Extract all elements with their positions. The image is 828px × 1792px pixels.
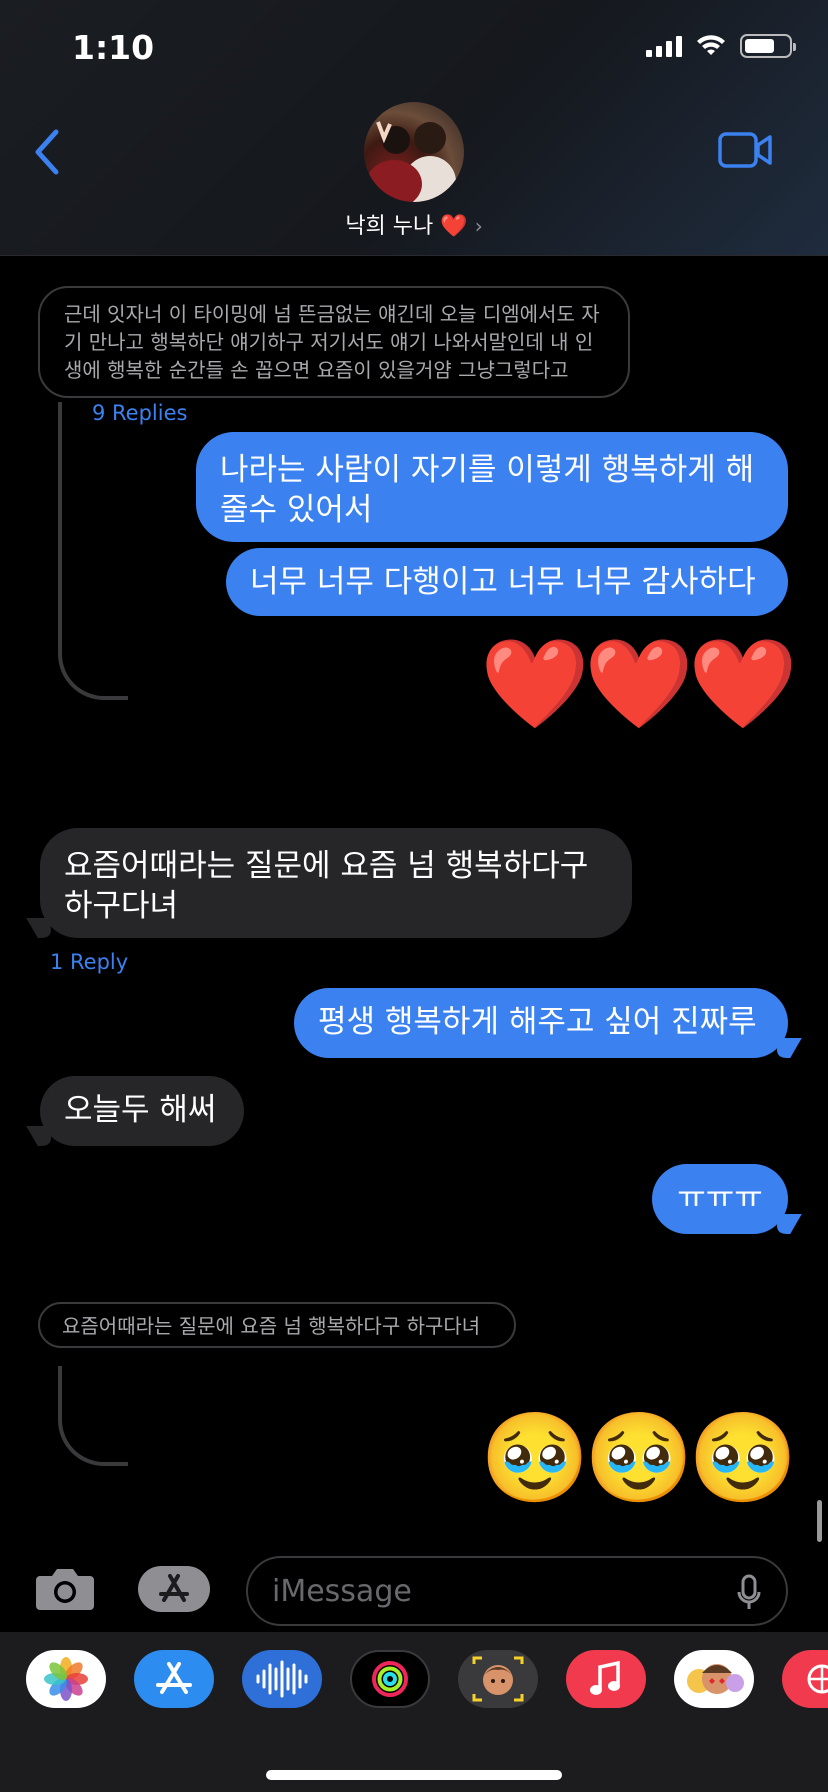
app-store-button[interactable] [138,1566,210,1612]
replies-link[interactable]: 9 Replies [92,401,187,425]
contact-name[interactable]: 낙희 누나 ❤️ › [0,208,828,240]
app-store-icon [159,1574,189,1602]
scrollbar[interactable] [817,1500,822,1542]
chevron-right-icon: › [474,214,483,238]
thread-reply-line [58,1366,128,1466]
sent-message[interactable]: 나라는 사람이 자기를 이렇게 행복하게 해 줄수 있어서 [196,432,788,542]
pleading-face-emoji[interactable]: 🥹 [688,1414,798,1502]
app-drawer [0,1632,828,1792]
memoji-app-icon[interactable] [458,1650,538,1708]
contact-avatar[interactable] [364,102,464,202]
sent-message[interactable]: 너무 너무 다행이고 너무 너무 감사하다 [226,548,788,616]
battery-icon [740,34,796,58]
digital-touch-app-icon[interactable] [782,1650,828,1708]
sent-message[interactable]: ㅠㅠㅠ [652,1164,788,1234]
received-message[interactable]: 오늘두 해써 [40,1076,244,1146]
heart-emoji[interactable]: ❤️ [584,640,694,728]
heart-emoji[interactable]: ❤️ [688,640,798,728]
received-message[interactable]: 요즘어때라는 질문에 요즘 넘 행복하다구 하구다녀 [40,828,632,938]
message-input[interactable] [246,1556,788,1626]
app-store-app-icon[interactable] [134,1650,214,1708]
quoted-message[interactable]: 근데 잇자너 이 타이밍에 넘 뜬금없는 얘긴데 오늘 디엠에서도 자기 만나고… [38,286,630,398]
sent-message[interactable]: 평생 행복하게 해주고 싶어 진짜루 [294,988,788,1058]
heart-icon: ❤️ [440,214,468,239]
contact-name-label: 낙희 누나 [345,214,434,239]
camera-icon[interactable] [34,1566,96,1612]
compose-bar [0,1546,828,1632]
thread-reply-line [58,402,128,700]
pleading-face-emoji[interactable]: 🥹 [584,1414,694,1502]
music-app-icon[interactable] [566,1650,646,1708]
audio-messages-app-icon[interactable] [242,1650,322,1708]
heart-emoji[interactable]: ❤️ [480,640,590,728]
conversation-header: 1:10 낙희 누나 ❤️ › [0,0,828,256]
memoji-stickers-app-icon[interactable] [674,1650,754,1708]
pleading-face-emoji[interactable]: 🥹 [480,1414,590,1502]
status-icons [646,34,796,58]
microphone-icon[interactable] [736,1574,762,1612]
reply-link[interactable]: 1 Reply [50,950,128,974]
message-thread[interactable]: 근데 잇자너 이 타이밍에 넘 뜬금없는 얘긴데 오늘 디엠에서도 자기 만나고… [0,256,828,1546]
back-chevron-icon[interactable] [28,122,68,182]
video-call-icon[interactable] [718,132,772,168]
status-time: 1:10 [72,28,155,67]
photos-app-icon[interactable] [26,1650,106,1708]
quoted-message[interactable]: 요즘어때라는 질문에 요즘 넘 행복하다구 하구다녀 [38,1302,516,1348]
activity-app-icon[interactable] [350,1650,430,1708]
wifi-icon [697,35,725,55]
home-indicator[interactable] [266,1770,562,1780]
cellular-signal-icon [646,35,682,57]
